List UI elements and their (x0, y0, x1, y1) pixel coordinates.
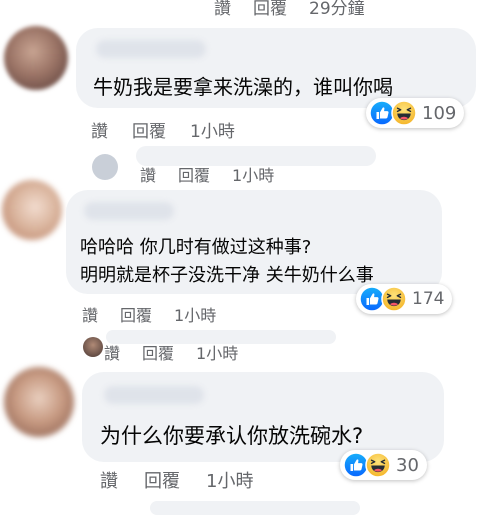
comment-time[interactable]: 1小時 (232, 162, 274, 186)
haha-icon (365, 452, 391, 478)
reaction-count: 30 (396, 454, 419, 476)
comment-text-line-2: 明明就是杯子没洗干净 关牛奶什么事 (80, 265, 374, 286)
reaction-count: 109 (422, 102, 457, 124)
comment-actions: 讚 回覆 1小時 (91, 117, 235, 142)
reply-link[interactable]: 回覆 (132, 117, 166, 142)
comment-time[interactable]: 1小時 (174, 302, 216, 326)
like-link[interactable]: 讚 (140, 162, 156, 186)
haha-icon (391, 100, 417, 126)
commenter-name[interactable] (96, 40, 206, 58)
reply-avatar[interactable] (83, 337, 103, 357)
reaction-count: 174 (412, 289, 445, 309)
comment-time[interactable]: 29分鐘 (309, 0, 365, 19)
reply-actions: 讚 回覆 1小時 (104, 340, 238, 364)
comment-time[interactable]: 1小時 (196, 340, 238, 364)
reply-avatar[interactable] (92, 154, 118, 180)
comment-actions: 讚 回覆 1小時 (82, 302, 216, 326)
reaction-summary[interactable]: 30 (340, 450, 427, 480)
commenter-name[interactable] (104, 386, 204, 404)
reply-link[interactable]: 回覆 (142, 340, 174, 364)
comment-text-line-1: 哈哈哈 你几时有做过这种事? (80, 237, 312, 258)
comment-time[interactable]: 1小時 (190, 117, 235, 142)
avatar[interactable] (4, 367, 74, 437)
top-comment-actions: 讚 回覆 29分鐘 (214, 0, 365, 19)
reply-link[interactable]: 回覆 (178, 162, 210, 186)
avatar[interactable] (2, 180, 62, 240)
like-link[interactable]: 讚 (104, 340, 120, 364)
like-link[interactable]: 讚 (100, 467, 118, 493)
avatar[interactable] (4, 26, 68, 90)
reaction-summary[interactable]: 174 (356, 284, 453, 314)
reply-link[interactable]: 回覆 (144, 467, 180, 493)
comment-time[interactable]: 1小時 (206, 467, 253, 493)
reply-link[interactable]: 回覆 (253, 0, 287, 19)
reply-bubble[interactable] (150, 501, 360, 515)
reply-link[interactable]: 回覆 (120, 302, 152, 326)
haha-icon (381, 286, 407, 312)
comment-text: 牛奶我是要拿来洗澡的，谁叫你喝 (93, 75, 393, 99)
like-link[interactable]: 讚 (91, 117, 108, 142)
comment-text: 为什么你要承认你放洗碗水? (100, 424, 364, 448)
comment-actions: 讚 回覆 1小時 (100, 467, 253, 493)
like-link[interactable]: 讚 (82, 302, 98, 326)
like-link[interactable]: 讚 (214, 0, 231, 19)
reaction-summary[interactable]: 109 (366, 98, 465, 128)
commenter-name[interactable] (84, 202, 174, 220)
reply-actions: 讚 回覆 1小時 (140, 162, 274, 186)
